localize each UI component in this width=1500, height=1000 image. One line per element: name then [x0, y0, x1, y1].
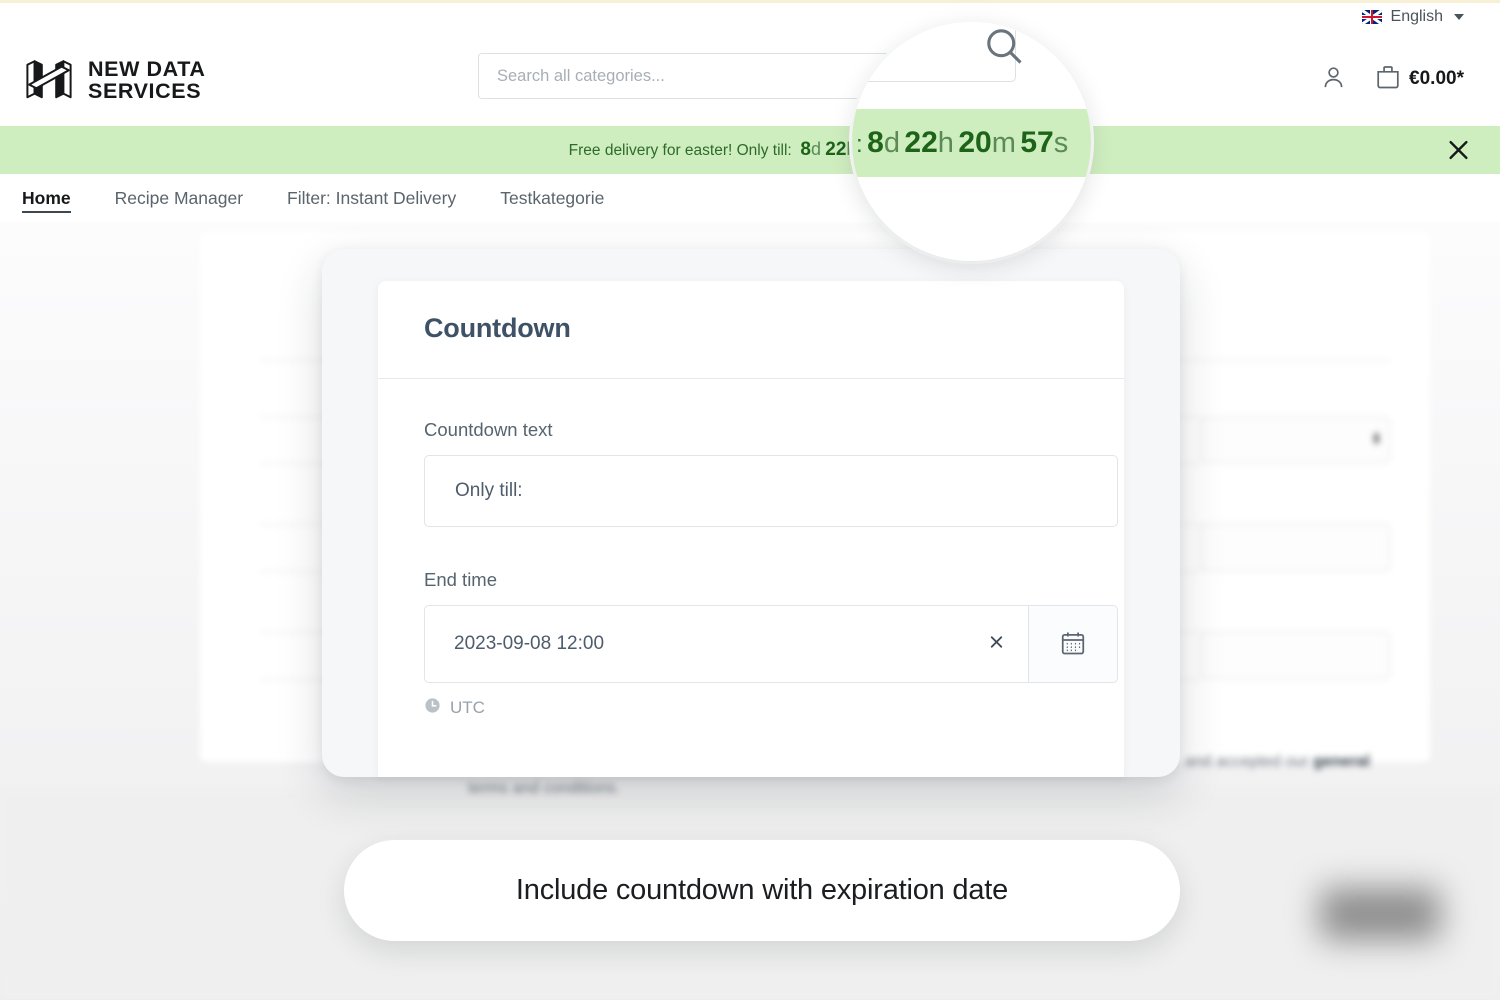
countdown-text-field-group: Countdown text	[378, 379, 1124, 527]
timezone-label: UTC	[450, 698, 485, 717]
brand-line-2: SERVICES	[88, 79, 202, 103]
nav-item-home[interactable]: Home	[22, 174, 93, 222]
background-select-field: ▲ ▼	[1200, 417, 1390, 463]
modal-header: Countdown	[378, 281, 1124, 379]
nav-item-recipe-manager[interactable]: Recipe Manager	[93, 174, 265, 222]
background-accepted-fragment: and accepted our	[1185, 753, 1314, 770]
background-terms-text: terms and conditions.	[468, 780, 621, 797]
magnifier-content: : 8d 22h 20m 57s	[852, 22, 1091, 261]
uk-flag-icon	[1361, 10, 1382, 24]
shopping-bag-icon	[1373, 62, 1403, 95]
promo-message: Free delivery for easter! Only till:	[568, 142, 792, 159]
end-time-field-group: End time 2023-09-08 12:00 UTC	[378, 527, 1124, 719]
top-accent-rule	[0, 0, 1500, 3]
clock-icon	[424, 697, 441, 719]
language-label: English	[1390, 8, 1443, 25]
magnified-seconds-unit: s	[1053, 127, 1069, 159]
end-time-clear-button[interactable]	[983, 629, 1010, 660]
calendar-icon	[1059, 629, 1087, 660]
countdown-days-unit: d	[810, 139, 821, 159]
countdown-days-value: 8	[800, 139, 811, 160]
site-header: NEW DATA SERVICES Search all categories.…	[0, 36, 1500, 122]
page-root: English NEW DATA SERVICES Search all cat…	[0, 0, 1500, 1000]
caption-pill: Include countdown with expiration date	[344, 840, 1180, 941]
magnified-hours-value: 22	[904, 126, 938, 159]
search-icon	[982, 24, 1026, 73]
magnified-banner-band: : 8d 22h 20m 57s	[852, 109, 1091, 177]
background-general-link: general	[1313, 753, 1371, 770]
cart-button[interactable]: €0.00*	[1373, 62, 1464, 95]
countdown-text-input[interactable]	[424, 455, 1118, 527]
countdown-hours-value: 22	[825, 139, 847, 160]
timezone-row: UTC	[424, 697, 1078, 719]
background-action-button-blob	[1320, 888, 1440, 940]
magnified-minutes-value: 20	[958, 126, 992, 159]
chevron-down-icon	[1454, 14, 1464, 20]
close-icon	[1445, 140, 1472, 167]
person-icon	[1320, 64, 1347, 94]
end-time-calendar-button[interactable]	[1028, 605, 1118, 683]
end-time-label: End time	[424, 569, 498, 590]
magnified-minutes-unit: m	[991, 127, 1016, 159]
promo-banner: Free delivery for easter! Only till: 8d …	[0, 126, 1500, 174]
magnified-days-value: 8	[867, 126, 884, 159]
countdown-text-label: Countdown text	[424, 419, 553, 440]
modal-title: Countdown	[424, 313, 571, 343]
nav-item-filter-instant-delivery[interactable]: Filter: Instant Delivery	[265, 174, 478, 222]
nav-item-testkategorie[interactable]: Testkategorie	[478, 174, 626, 222]
end-time-input-wrapper	[424, 605, 1028, 683]
caption-text: Include countdown with expiration date	[515, 874, 1009, 906]
isometric-h-logo-icon	[22, 54, 76, 108]
header-actions: €0.00*	[1320, 62, 1464, 95]
magnified-countdown: : 8d 22h 20m 57s	[852, 126, 1068, 160]
end-time-input-row	[424, 605, 1118, 683]
brand-name: NEW DATA SERVICES	[88, 57, 206, 103]
end-time-input[interactable]	[425, 606, 1028, 682]
countdown-modal-card: Countdown Countdown text End time	[378, 281, 1124, 777]
language-switcher[interactable]: English	[1361, 8, 1464, 26]
background-terms-acceptance-text: and accepted our general	[1185, 753, 1370, 771]
magnified-days-unit: d	[883, 127, 900, 159]
account-button[interactable]	[1320, 64, 1347, 94]
magnifier-overlay: : 8d 22h 20m 57s	[852, 22, 1091, 261]
background-select-caret-icon: ▲ ▼	[1371, 429, 1382, 448]
magnified-seconds-value: 57	[1020, 126, 1054, 159]
banner-close-button[interactable]	[1445, 137, 1472, 164]
brand-logo[interactable]: NEW DATA SERVICES	[22, 54, 205, 108]
brand-line-1: NEW DATA	[88, 57, 206, 82]
magnified-hours-unit: h	[937, 127, 954, 159]
countdown-modal: Countdown Countdown text End time	[322, 249, 1180, 777]
background-input-field	[1200, 524, 1390, 571]
close-icon	[987, 632, 1006, 657]
background-input-field	[1200, 632, 1390, 679]
cart-total: €0.00*	[1409, 67, 1464, 89]
modal-body: Countdown text End time	[378, 379, 1124, 719]
main-navigation: Home Recipe Manager Filter: Instant Deli…	[0, 174, 1500, 222]
magnified-message-tail: :	[856, 131, 863, 158]
